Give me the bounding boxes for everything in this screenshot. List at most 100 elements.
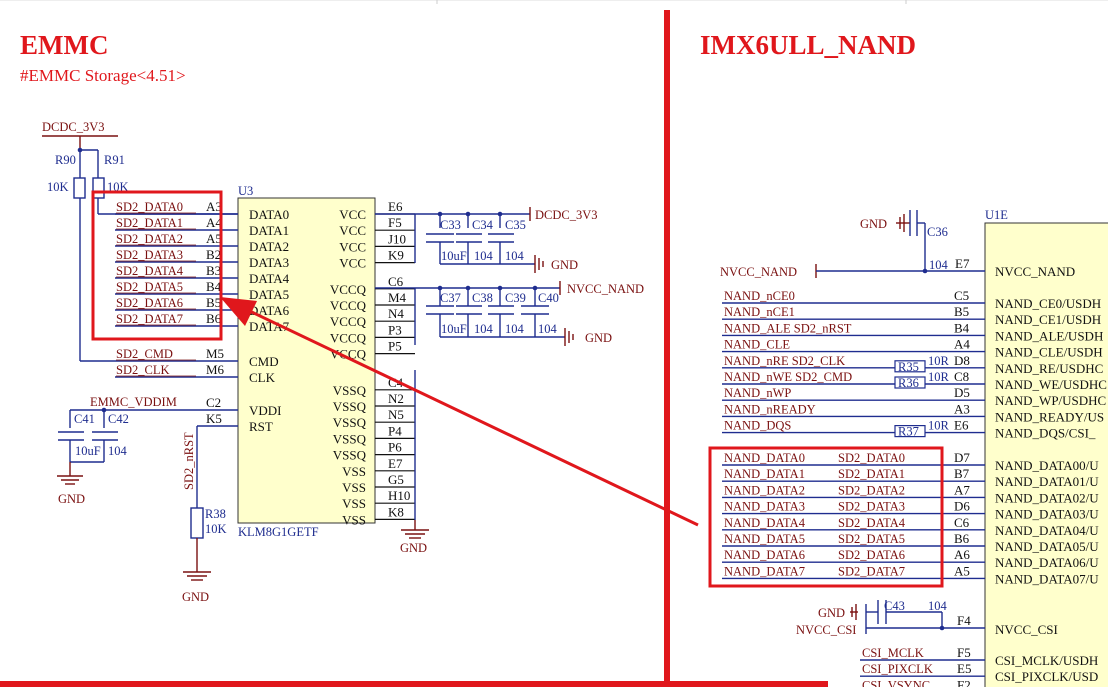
emmc-right-pin-name: VSS [342, 464, 366, 479]
nand-pin-number: B5 [954, 304, 969, 319]
csi-gnd-label: GND [818, 606, 845, 620]
r90-value: 10K [47, 180, 69, 194]
csi-pin-number: F5 [957, 645, 971, 660]
nand-control-pins: NAND_nCE0 C5 NAND_CE0/USDH NAND_nCE1 B5 NAND_… [722, 288, 1107, 441]
emmc-right-pin-name: VSS [342, 480, 366, 495]
vccq-gnd-label: GND [585, 331, 612, 345]
nvcc-nand-label: NVCC_NAND [567, 282, 644, 296]
nand-data-pin-name: NAND_DATA00/U [995, 458, 1099, 473]
emmc-pin-number: B4 [206, 279, 222, 294]
emmc-right-pin-name: VCC [339, 207, 366, 222]
emmc-right-pin-number: K8 [388, 504, 404, 519]
nand-data-alt-label: SD2_DATA3 [838, 500, 905, 514]
emmc-right-pin-name: VSSQ [333, 415, 367, 430]
emmc-pin-number: B6 [206, 311, 222, 326]
nand-net-label: NAND_nREADY [724, 402, 816, 416]
nand-pin-name: NAND_WE/USDHC [995, 377, 1107, 392]
emmc-pin-name: CMD [249, 354, 279, 369]
emmc-right-pin-number: K9 [388, 248, 404, 263]
nand-data-pin-name: NAND_DATA06/U [995, 555, 1099, 570]
c42-val: 104 [108, 444, 128, 458]
emmc-right-pin-name: VCCQ [330, 314, 367, 329]
r91-ref: R91 [104, 153, 125, 167]
vss-ground-symbol: GND [400, 520, 429, 555]
emmc-net-label: SD2_DATA4 [116, 264, 184, 278]
nand-data-net-label: NAND_DATA2 [724, 483, 805, 497]
csi-net-label: CSI_MCLK [862, 646, 924, 660]
nvcc-csi-pinnum: F4 [957, 613, 971, 628]
emmc-right-pin-number: J10 [388, 231, 406, 246]
nand-pin-name: NAND_READY/US [995, 409, 1104, 424]
nand-data-pin-number: B7 [954, 466, 970, 481]
nand-data-pin-name: NAND_DATA04/U [995, 523, 1099, 538]
emmc-right-pin-name: VSSQ [333, 431, 367, 446]
u1e-body [984, 222, 1108, 687]
emmc-right-pin-number: P3 [388, 322, 402, 337]
emmc-right-pin-number: G5 [388, 472, 404, 487]
emmc-right-pin-name: VCCQ [330, 282, 367, 297]
emmc-pin-name: DATA1 [249, 223, 289, 238]
emmc-pin-name: DATA0 [249, 207, 289, 222]
emmc-right-pin-name: VSS [342, 512, 366, 527]
c33-val: 10uF [441, 249, 467, 263]
emmc-pin-name: DATA6 [249, 303, 290, 318]
nand-data-pin-name: NAND_DATA02/U [995, 490, 1099, 505]
nand-pin-number: A4 [954, 337, 970, 352]
emmc-pin-number: M5 [206, 346, 224, 361]
emmc-net-label: SD2_DATA5 [116, 280, 183, 294]
nand-net-label: NAND_nWP [724, 386, 791, 400]
nand-data-net-label: NAND_DATA6 [724, 548, 805, 562]
emmc-pin-number: C2 [206, 395, 221, 410]
nand-data-pin-name: NAND_DATA01/U [995, 474, 1099, 489]
nvcc-nand-pinnum: E7 [955, 256, 970, 271]
r90-resistor [73, 177, 86, 199]
emmc-right-pin-number: N4 [388, 306, 404, 321]
nand-data-pin-number: D6 [954, 499, 970, 514]
nand-data-pin-name: NAND_DATA05/U [995, 539, 1099, 554]
emmc-right-pin-number: P4 [388, 423, 402, 438]
nand-data-net-label: NAND_DATA3 [724, 500, 805, 514]
nvcc-nand-pinname: NVCC_NAND [995, 264, 1075, 279]
emmc-pin-number: B2 [206, 247, 221, 262]
emmc-pin-name: DATA4 [249, 271, 290, 286]
emmc-net-label: SD2_DATA0 [116, 200, 183, 214]
nand-pin-number: A3 [954, 401, 970, 416]
emmc-subtitle: #EMMC Storage<4.51> [20, 66, 186, 85]
u1e-ref: U1E [985, 208, 1008, 222]
nand-pin-number: B4 [954, 320, 970, 335]
nand-data-pin-number: C6 [954, 515, 970, 530]
series-resistor-value: 10R [928, 354, 950, 368]
c41-ref: C41 [74, 412, 95, 426]
nand-pin-number: C8 [954, 369, 969, 384]
c34-val: 104 [474, 249, 494, 263]
series-resistor-value: 10R [928, 370, 950, 384]
nand-net-label: NAND_nCE0 [724, 289, 795, 303]
r91-resistor [92, 177, 105, 199]
nand-pin-name: NAND_ALE/USDH [995, 328, 1103, 343]
emmc-right-pin-number: C6 [388, 274, 404, 289]
nand-data-pin-name: NAND_DATA03/U [995, 507, 1099, 522]
c36-ref: C36 [927, 225, 948, 239]
nand-data-alt-label: SD2_DATA5 [838, 532, 905, 546]
nvcc-csi-port: NVCC_CSI [796, 623, 856, 637]
emmc-right-pin-name: VSSQ [333, 399, 367, 414]
emmc-right-pin-name: VCCQ [330, 330, 367, 345]
emmc-right-pin-number: N2 [388, 391, 404, 406]
nand-data-net-label: NAND_DATA0 [724, 451, 805, 465]
nand-data-pin-number: A7 [954, 482, 970, 497]
r90-ref: R90 [55, 153, 76, 167]
csi-pin-name: CSI_MCLK/USDH [995, 653, 1098, 668]
emmc-right-pin-number: M4 [388, 290, 407, 305]
c33-ref: C33 [440, 218, 461, 232]
emmc-pin-name: DATA3 [249, 255, 289, 270]
emmc-pin-number: B3 [206, 263, 221, 278]
nand-data-pin-number: B6 [954, 531, 970, 546]
emmc-net-label: SD2_CLK [116, 363, 169, 377]
nand-net-label: NAND_DQS [724, 419, 791, 433]
nand-data-pin-number: A5 [954, 563, 970, 578]
nvcc-csi-pinname: NVCC_CSI [995, 622, 1058, 637]
nand-pin-name: NAND_CE1/USDH [995, 312, 1101, 327]
c35-ref: C35 [505, 218, 526, 232]
emmc-title: EMMC [20, 30, 108, 60]
u3-ref: U3 [238, 184, 253, 198]
